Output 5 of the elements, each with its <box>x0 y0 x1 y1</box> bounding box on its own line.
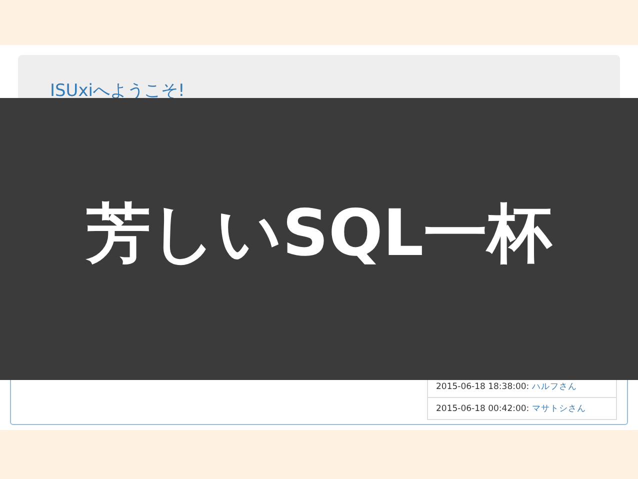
overlay-caption: 芳しいSQL一杯 <box>86 202 552 266</box>
footprint-time: 2015-06-18 18:38:00: <box>436 382 530 392</box>
footprint-user-link[interactable]: マサトシさん <box>532 402 586 414</box>
footprint-time: 2015-06-18 00:42:00: <box>436 404 530 414</box>
footprint-user-link[interactable]: ハルフさん <box>532 380 578 392</box>
